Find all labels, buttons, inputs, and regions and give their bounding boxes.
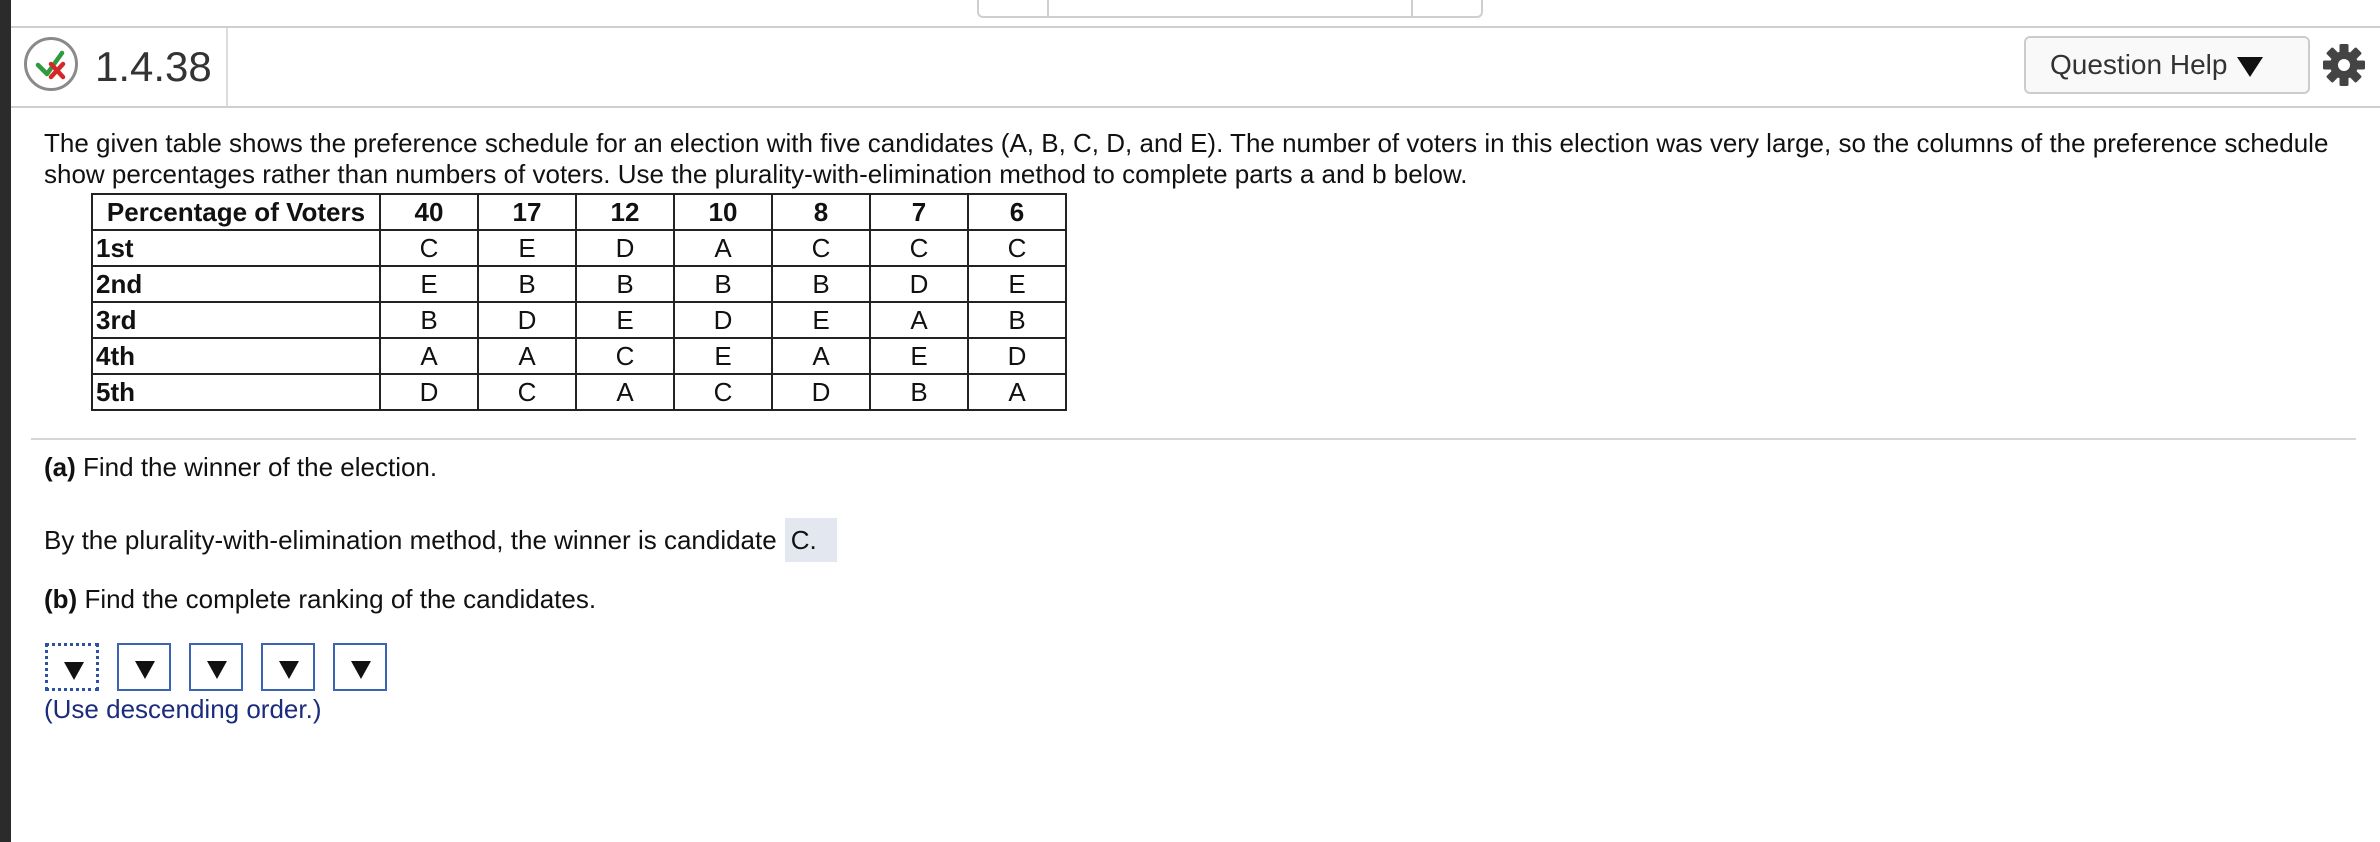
part-a-label: (a): [44, 452, 76, 482]
ranking-dropdowns: [45, 643, 405, 691]
preference-schedule-table: Percentage of Voters 40 17 12 10 8 7 6 1…: [91, 193, 1067, 411]
table-cell: C: [869, 229, 969, 267]
table-cell: A: [477, 337, 577, 375]
dropdown-arrow-icon: [351, 661, 371, 679]
table-cell: A: [379, 337, 479, 375]
table-cell: E: [575, 301, 675, 339]
table-cell: D: [869, 265, 969, 303]
navigator-divider: [1411, 0, 1413, 16]
page: 1.4.38 Question Help The given table sho…: [0, 0, 2380, 842]
dropdown-arrow-icon: [135, 661, 155, 679]
ranking-dropdown-2[interactable]: [117, 643, 171, 691]
question-header: 1.4.38 Question Help: [11, 28, 2380, 108]
table-row: 2nd E B B B B D E: [91, 265, 1067, 303]
table-row: 4th A A C E A E D: [91, 337, 1067, 375]
table-cell: A: [771, 337, 871, 375]
table-cell: A: [869, 301, 969, 339]
table-cell: A: [673, 229, 773, 267]
table-cell: B: [869, 373, 969, 411]
question-navigator[interactable]: [977, 0, 1483, 18]
column-header-percent: 7: [869, 193, 969, 231]
question-instructions: The given table shows the preference sch…: [44, 128, 2329, 189]
header-divider: [226, 28, 228, 106]
part-a-answer-line: By the plurality-with-elimination method…: [44, 518, 837, 562]
ranking-dropdown-3[interactable]: [189, 643, 243, 691]
top-toolbar-strip: [11, 0, 2380, 28]
rank-label: 5th: [91, 373, 381, 411]
column-header-percent: 12: [575, 193, 675, 231]
question-help-label: Question Help: [2050, 49, 2228, 80]
table-cell: B: [673, 265, 773, 303]
table-cell: C: [477, 373, 577, 411]
caret-down-icon: [2237, 57, 2264, 77]
column-header-percent: 40: [379, 193, 479, 231]
column-header-percent: 6: [967, 193, 1067, 231]
table-cell: C: [379, 229, 479, 267]
question-help-button[interactable]: Question Help: [2024, 36, 2310, 94]
column-header-percent: 8: [771, 193, 871, 231]
dropdown-arrow-icon: [207, 661, 227, 679]
table-cell: E: [477, 229, 577, 267]
table-row: 1st C E D A C C C: [91, 229, 1067, 267]
table-cell: B: [771, 265, 871, 303]
table-cell: C: [967, 229, 1067, 267]
part-a-answer-prefix: By the plurality-with-elimination method…: [44, 525, 777, 555]
left-window-border: [0, 0, 11, 842]
part-b-prompt: Find the complete ranking of the candida…: [84, 584, 597, 614]
table-cell: A: [575, 373, 675, 411]
table-cell: B: [575, 265, 675, 303]
rank-label: 2nd: [91, 265, 381, 303]
rank-label: 4th: [91, 337, 381, 375]
table-row: 5th D C A C D B A: [91, 373, 1067, 411]
table-cell: D: [477, 301, 577, 339]
dropdown-arrow-icon: [64, 662, 84, 680]
table-cell: B: [477, 265, 577, 303]
table-row: 3rd B D E D E A B: [91, 301, 1067, 339]
ranking-dropdown-5[interactable]: [333, 643, 387, 691]
ranking-dropdown-1[interactable]: [45, 643, 99, 691]
table-cell: E: [379, 265, 479, 303]
table-cell: E: [869, 337, 969, 375]
order-hint: (Use descending order.): [44, 694, 322, 724]
table-cell: A: [967, 373, 1067, 411]
table-cell: E: [967, 265, 1067, 303]
navigator-divider: [1047, 0, 1049, 16]
table-cell: C: [575, 337, 675, 375]
table-cell: C: [673, 373, 773, 411]
column-header-percentage: Percentage of Voters: [91, 193, 381, 231]
part-a-question: (a) Find the winner of the election.: [44, 451, 437, 483]
part-b-label: (b): [44, 584, 78, 614]
table-cell: D: [967, 337, 1067, 375]
part-b-question: (b) Find the complete ranking of the can…: [44, 583, 596, 615]
table-cell: E: [673, 337, 773, 375]
table-cell: C: [771, 229, 871, 267]
partially-correct-icon: [24, 37, 78, 91]
table-cell: D: [575, 229, 675, 267]
table-cell: B: [379, 301, 479, 339]
table-cell: E: [771, 301, 871, 339]
table-cell: B: [967, 301, 1067, 339]
question-number: 1.4.38: [95, 43, 212, 90]
table-header-row: Percentage of Voters 40 17 12 10 8 7 6: [91, 193, 1067, 231]
table-cell: D: [379, 373, 479, 411]
rank-label: 3rd: [91, 301, 381, 339]
part-a-prompt: Find the winner of the election.: [83, 452, 438, 482]
column-header-percent: 17: [477, 193, 577, 231]
winner-answer-field[interactable]: C.: [784, 518, 837, 562]
ranking-dropdown-4[interactable]: [261, 643, 315, 691]
gear-icon[interactable]: [2321, 42, 2367, 88]
table-cell: D: [771, 373, 871, 411]
rank-label: 1st: [91, 229, 381, 267]
section-divider: [31, 438, 2356, 440]
table-cell: D: [673, 301, 773, 339]
dropdown-arrow-icon: [279, 661, 299, 679]
column-header-percent: 10: [673, 193, 773, 231]
